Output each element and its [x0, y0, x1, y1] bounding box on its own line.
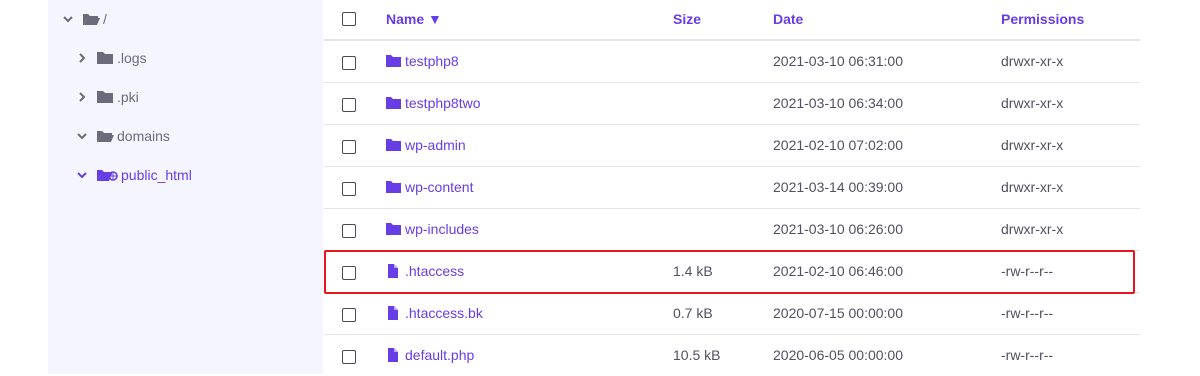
row-checkbox[interactable] [342, 308, 356, 322]
column-header-date[interactable]: Date [773, 11, 803, 27]
folder-icon [386, 97, 401, 109]
tree-item-pki[interactable]: .pki [76, 86, 139, 108]
file-permissions: drwxr-xr-x [1001, 95, 1064, 111]
file-date: 2021-02-10 06:46:00 [773, 263, 903, 279]
folder-icon [386, 181, 401, 193]
file-icon [388, 306, 398, 320]
file-name-link[interactable]: wp-includes [386, 221, 479, 237]
row-checkbox[interactable] [342, 140, 356, 154]
folder-icon [386, 139, 401, 151]
tree-item-label: .logs [117, 50, 147, 66]
chevron-right-icon[interactable] [76, 91, 88, 103]
tree-item-label: domains [117, 128, 170, 144]
file-name: wp-admin [405, 137, 466, 153]
table-row[interactable]: wp-admin 2021-02-10 07:02:00 drwxr-xr-x [324, 125, 1140, 167]
file-date: 2021-03-14 00:39:00 [773, 179, 903, 195]
file-table: Name ▼ Size Date Permissions testphp8 20… [324, 0, 1140, 374]
file-date: 2021-03-10 06:34:00 [773, 95, 903, 111]
folder-icon [97, 52, 113, 64]
table-header: Name ▼ Size Date Permissions [324, 0, 1140, 41]
table-row[interactable]: .htaccess.bk 0.7 kB 2020-07-15 00:00:00 … [324, 293, 1140, 335]
select-all-checkbox[interactable] [342, 12, 356, 26]
file-date: 2021-03-10 06:31:00 [773, 53, 903, 69]
file-size: 0.7 kB [673, 305, 713, 321]
row-checkbox[interactable] [342, 56, 356, 70]
file-permissions: -rw-r--r-- [1001, 263, 1054, 279]
file-name: .htaccess [405, 263, 465, 279]
row-checkbox[interactable] [342, 98, 356, 112]
file-permissions: drwxr-xr-x [1001, 137, 1064, 153]
file-name-link[interactable]: testphp8 [386, 53, 459, 69]
folder-open-icon [83, 14, 100, 25]
chevron-down-icon[interactable] [62, 13, 74, 25]
file-permissions: drwxr-xr-x [1001, 221, 1064, 237]
file-name-link[interactable]: wp-content [386, 179, 473, 195]
file-date: 2020-06-05 00:00:00 [773, 347, 903, 363]
file-tree-sidebar: / .logs .pki domains public_html [48, 0, 323, 374]
tree-item-logs[interactable]: .logs [76, 47, 147, 69]
chevron-down-icon[interactable] [76, 130, 88, 142]
folder-icon [97, 91, 113, 103]
file-name-link[interactable]: wp-admin [386, 137, 466, 153]
file-date: 2021-03-10 06:26:00 [773, 221, 903, 237]
file-name: wp-includes [405, 221, 479, 237]
file-permissions: -rw-r--r-- [1001, 347, 1054, 363]
chevron-down-icon[interactable] [76, 169, 88, 181]
file-name-link[interactable]: testphp8two [386, 95, 481, 111]
file-name: testphp8 [405, 53, 459, 69]
file-name: testphp8two [405, 95, 481, 111]
file-name: default.php [405, 347, 475, 363]
file-name-link[interactable]: .htaccess.bk [386, 305, 483, 321]
folder-icon [386, 223, 401, 235]
table-row[interactable]: default.php 10.5 kB 2020-06-05 00:00:00 … [324, 335, 1140, 376]
file-icon [388, 348, 398, 362]
row-checkbox[interactable] [342, 224, 356, 238]
tree-item-label: public_html [121, 167, 192, 183]
web-folder-icon [97, 170, 118, 181]
table-row[interactable]: wp-content 2021-03-14 00:39:00 drwxr-xr-… [324, 167, 1140, 209]
row-checkbox[interactable] [342, 182, 356, 196]
row-checkbox[interactable] [342, 266, 356, 280]
file-name-link[interactable]: .htaccess [386, 263, 464, 279]
column-header-size[interactable]: Size [673, 11, 701, 27]
tree-item-public-html[interactable]: public_html [76, 164, 192, 186]
tree-root-label: / [103, 11, 107, 27]
folder-open-icon [97, 131, 114, 142]
file-date: 2020-07-15 00:00:00 [773, 305, 903, 321]
column-header-name[interactable]: Name ▼ [386, 11, 442, 27]
table-row[interactable]: .htaccess 1.4 kB 2021-02-10 06:46:00 -rw… [324, 251, 1140, 293]
file-permissions: drwxr-xr-x [1001, 53, 1064, 69]
tree-item-domains[interactable]: domains [76, 125, 170, 147]
file-icon [388, 264, 398, 278]
tree-root[interactable]: / [62, 8, 107, 30]
file-name: wp-content [405, 179, 474, 195]
file-size: 10.5 kB [673, 347, 721, 363]
column-header-permissions[interactable]: Permissions [1001, 11, 1084, 27]
table-row[interactable]: testphp8 2021-03-10 06:31:00 drwxr-xr-x [324, 41, 1140, 83]
folder-icon [386, 55, 401, 67]
chevron-right-icon[interactable] [76, 52, 88, 64]
tree-item-label: .pki [117, 89, 139, 105]
file-size: 1.4 kB [673, 263, 713, 279]
file-date: 2021-02-10 07:02:00 [773, 137, 903, 153]
table-row[interactable]: wp-includes 2021-03-10 06:26:00 drwxr-xr… [324, 209, 1140, 251]
file-permissions: drwxr-xr-x [1001, 179, 1064, 195]
file-permissions: -rw-r--r-- [1001, 305, 1054, 321]
file-name: .htaccess.bk [405, 305, 483, 321]
row-checkbox[interactable] [342, 350, 356, 364]
table-row[interactable]: testphp8two 2021-03-10 06:34:00 drwxr-xr… [324, 83, 1140, 125]
file-name-link[interactable]: default.php [386, 347, 474, 363]
